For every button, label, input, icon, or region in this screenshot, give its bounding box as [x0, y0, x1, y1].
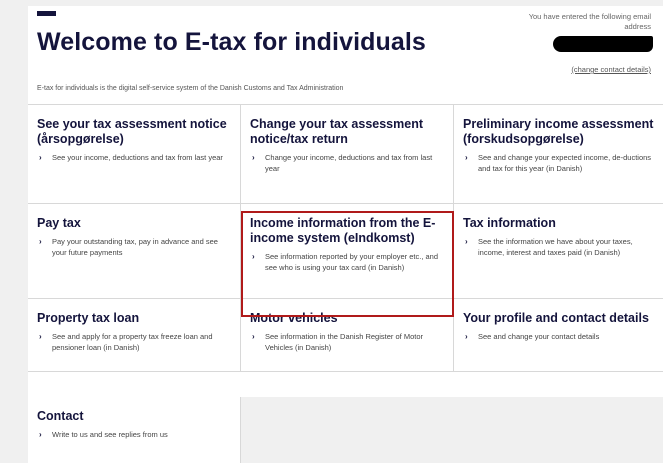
- tile-title[interactable]: Change your tax assessment notice/tax re…: [250, 117, 444, 147]
- header: Welcome to E-tax for individuals E-tax f…: [28, 6, 663, 105]
- chevron-right-icon: ›: [252, 332, 255, 341]
- chevron-right-icon: ›: [465, 237, 468, 246]
- chevron-right-icon: ›: [39, 332, 42, 341]
- tile-description: › Pay your outstanding tax, pay in advan…: [39, 237, 218, 257]
- chevron-right-icon: ›: [252, 153, 255, 162]
- tile-description: › Change your income, deductions and tax…: [252, 153, 433, 173]
- tile-tax-information[interactable]: Tax information › See the information we…: [454, 204, 663, 298]
- tile-property-tax-loan[interactable]: Property tax loan › See and apply for a …: [28, 299, 241, 371]
- tile-income-information[interactable]: Income information from the E-income sys…: [241, 204, 454, 298]
- tile-description: › Write to us and see replies from us: [39, 430, 168, 439]
- grid-row: See your tax assessment notice (årsopgør…: [28, 105, 663, 204]
- tile-description: › See your income, deductions and tax fr…: [39, 153, 223, 162]
- chevron-right-icon: ›: [39, 237, 42, 246]
- tile-profile-contact-details[interactable]: Your profile and contact details › See a…: [454, 299, 663, 371]
- service-grid: See your tax assessment notice (årsopgør…: [28, 105, 663, 372]
- chevron-right-icon: ›: [252, 252, 255, 261]
- grid-row: Property tax loan › See and apply for a …: [28, 299, 663, 372]
- redacted-email: [553, 36, 653, 52]
- tile-description: › See information in the Danish Register…: [252, 332, 423, 352]
- tile-change-tax-assessment[interactable]: Change your tax assessment notice/tax re…: [241, 105, 454, 203]
- page-title: Welcome to E-tax for individuals: [37, 28, 426, 56]
- tile-description: › See and apply for a property tax freez…: [39, 332, 213, 352]
- tile-title[interactable]: Contact: [37, 409, 231, 424]
- tile-pay-tax[interactable]: Pay tax › Pay your outstanding tax, pay …: [28, 204, 241, 298]
- chevron-right-icon: ›: [465, 332, 468, 341]
- tile-preliminary-income-assessment[interactable]: Preliminary income assessment (forskudso…: [454, 105, 663, 203]
- accent-bar: [37, 11, 56, 16]
- chevron-right-icon: ›: [465, 153, 468, 162]
- tile-motor-vehicles[interactable]: Motor vehicles › See information in the …: [241, 299, 454, 371]
- tile-description: › See and change your contact details: [465, 332, 600, 341]
- tile-tax-assessment-notice[interactable]: See your tax assessment notice (årsopgør…: [28, 105, 241, 203]
- change-contact-link-text[interactable]: (change contact details): [571, 65, 651, 74]
- tile-title[interactable]: Income information from the E-income sys…: [250, 216, 444, 246]
- tile-title[interactable]: Property tax loan: [37, 311, 231, 326]
- bottom-row: Contact › Write to us and see replies fr…: [28, 397, 663, 463]
- tile-description: › See information reported by your emplo…: [252, 252, 439, 272]
- tile-title[interactable]: Pay tax: [37, 216, 231, 231]
- tile-description: › See and change your expected income, d…: [465, 153, 652, 173]
- empty-space: [241, 397, 663, 463]
- page: Welcome to E-tax for individuals E-tax f…: [28, 6, 663, 463]
- page-subtitle: E-tax for individuals is the digital sel…: [37, 85, 344, 92]
- grid-row: Pay tax › Pay your outstanding tax, pay …: [28, 204, 663, 299]
- tile-title[interactable]: Preliminary income assessment (forskudso…: [463, 117, 654, 147]
- change-contact-details-link[interactable]: (change contact details): [571, 65, 651, 74]
- tile-title[interactable]: Your profile and contact details: [463, 311, 654, 326]
- tile-description: › See the information we have about your…: [465, 237, 633, 257]
- tile-title[interactable]: Tax information: [463, 216, 654, 231]
- email-notice: You have entered the following email add…: [528, 12, 651, 31]
- chevron-right-icon: ›: [39, 153, 42, 162]
- tile-title[interactable]: Motor vehicles: [250, 311, 444, 326]
- tile-contact[interactable]: Contact › Write to us and see replies fr…: [28, 397, 241, 463]
- tile-title[interactable]: See your tax assessment notice (årsopgør…: [37, 117, 231, 147]
- chevron-right-icon: ›: [39, 430, 42, 439]
